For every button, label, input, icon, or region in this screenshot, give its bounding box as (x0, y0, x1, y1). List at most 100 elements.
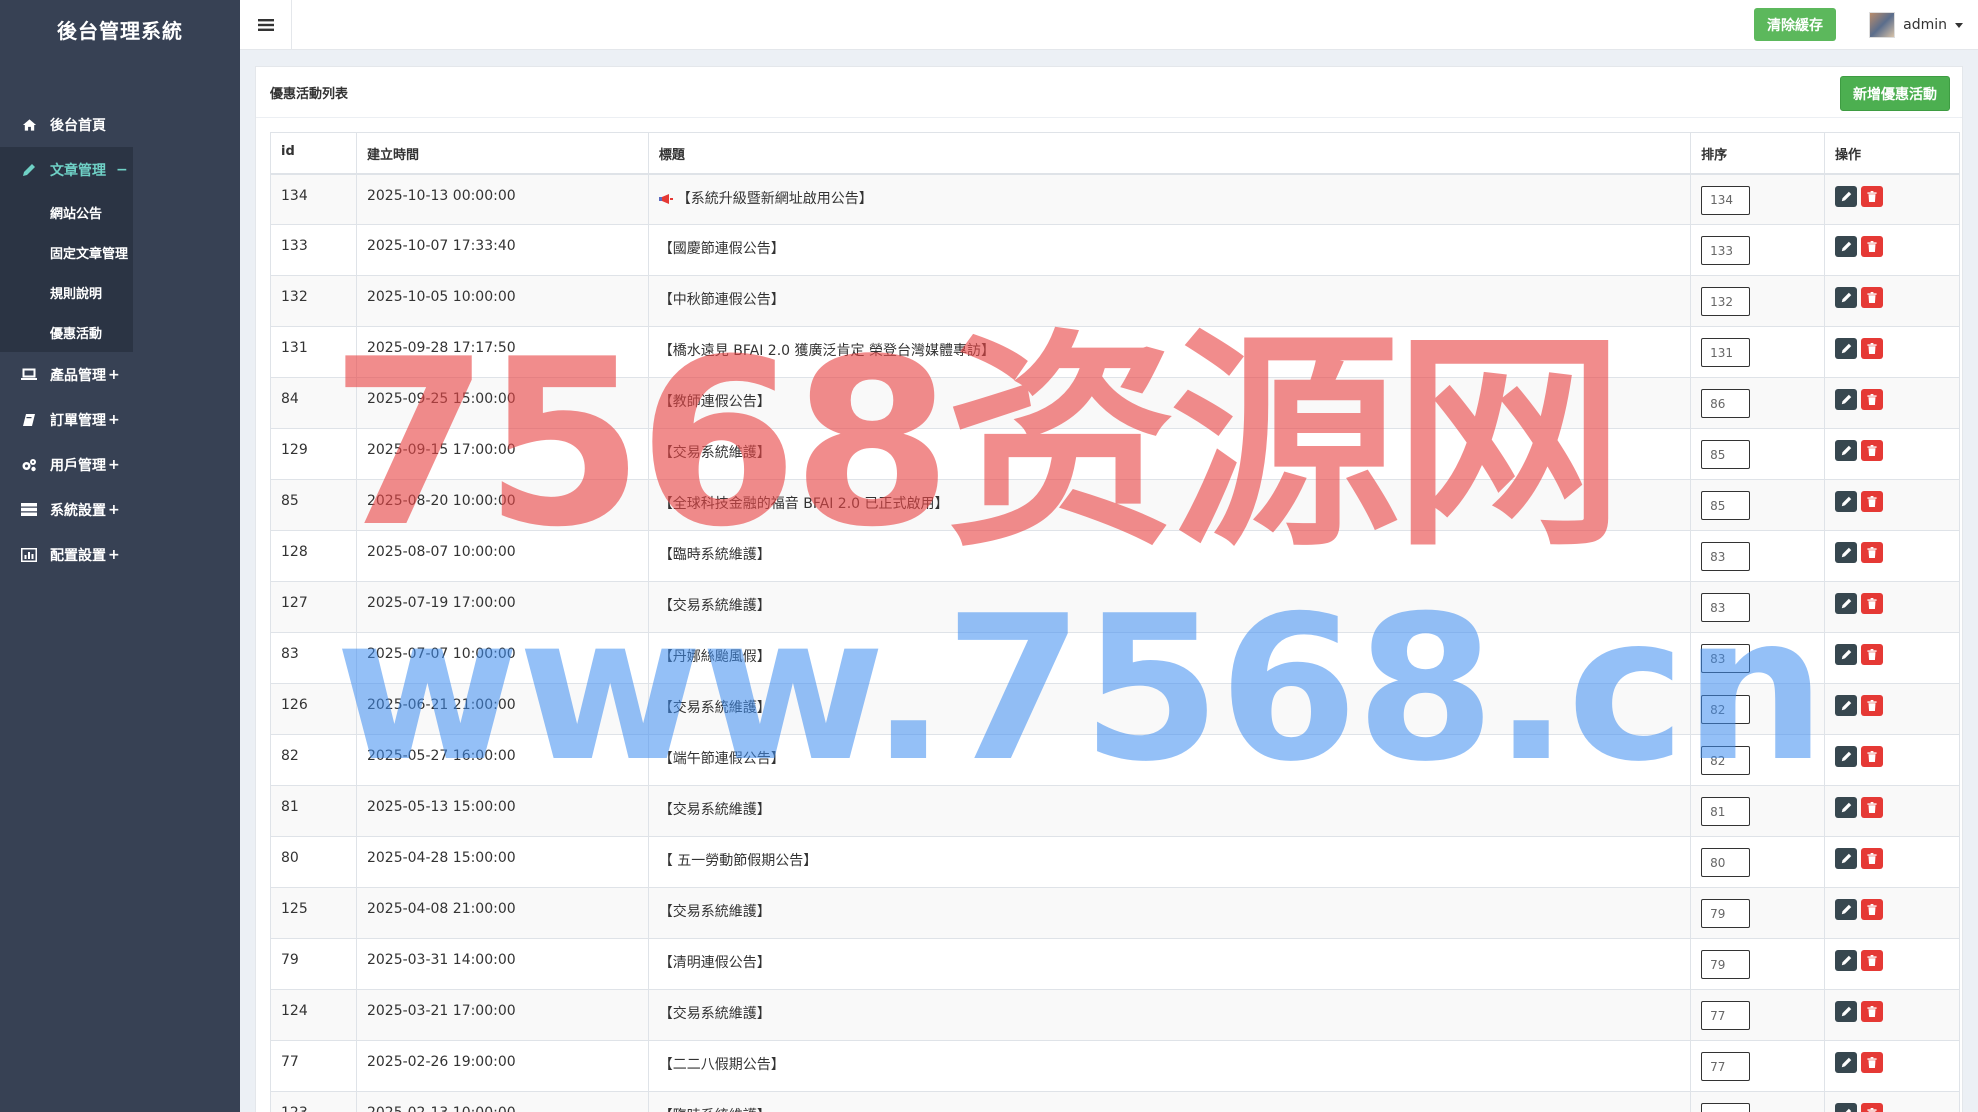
edit-button[interactable] (1835, 593, 1858, 614)
sort-order-input[interactable] (1701, 1103, 1751, 1112)
edit-button[interactable] (1835, 338, 1858, 359)
delete-button[interactable] (1861, 848, 1884, 869)
edit-button[interactable] (1835, 1052, 1858, 1073)
cell-id: 77 (270, 1040, 357, 1092)
table-row: 85 2025-08-20 10:00:00 【全球科技金融的福音 BFAI 2.0… (270, 479, 1960, 531)
sidebar-toggle-button[interactable] (240, 0, 292, 50)
sort-order-input[interactable] (1701, 389, 1751, 418)
cell-actions (1824, 581, 1960, 633)
edit-button[interactable] (1835, 899, 1858, 920)
edit-button[interactable] (1835, 1001, 1858, 1022)
sidebar-item-home[interactable]: 後台首頁 (0, 102, 240, 147)
sort-order-input[interactable] (1701, 797, 1751, 826)
edit-button[interactable] (1835, 950, 1858, 971)
edit-button[interactable] (1835, 644, 1858, 665)
sidebar-item-config-settings[interactable]: 配置設置 + (0, 532, 240, 577)
delete-button[interactable] (1861, 440, 1884, 461)
delete-button[interactable] (1861, 797, 1884, 818)
edit-button[interactable] (1835, 848, 1858, 869)
caret-down-icon (1955, 22, 1963, 28)
submenu-item-fixed-articles[interactable]: 固定文章管理 (0, 232, 133, 272)
sort-order-input[interactable] (1701, 899, 1751, 928)
sort-order-input[interactable] (1701, 440, 1751, 469)
edit-button[interactable] (1835, 287, 1858, 308)
edit-button[interactable] (1835, 491, 1858, 512)
cell-sort (1690, 1091, 1826, 1112)
expand-toggle: + (108, 501, 120, 518)
sort-order-input[interactable] (1701, 848, 1751, 877)
submenu-item-announcements[interactable]: 網站公告 (0, 192, 133, 232)
edit-button[interactable] (1835, 695, 1858, 716)
clear-cache-button[interactable]: 清除緩存 (1754, 8, 1836, 41)
delete-button[interactable] (1861, 746, 1884, 767)
edit-button[interactable] (1835, 542, 1858, 563)
sidebar-item-users[interactable]: 用戶管理 + (0, 442, 240, 487)
delete-button[interactable] (1861, 542, 1884, 563)
submenu-item-rules[interactable]: 規則說明 (0, 272, 133, 312)
sidebar-item-articles[interactable]: 文章管理 − (0, 147, 133, 192)
sort-order-input[interactable] (1701, 1001, 1751, 1030)
sort-order-input[interactable] (1701, 695, 1751, 724)
delete-button[interactable] (1861, 236, 1884, 257)
delete-button[interactable] (1861, 1103, 1884, 1112)
edit-button[interactable] (1835, 440, 1858, 461)
delete-button[interactable] (1861, 389, 1884, 410)
column-header-id[interactable]: id (270, 132, 357, 175)
cell-sort (1690, 683, 1826, 735)
edit-button[interactable] (1835, 797, 1858, 818)
pencil-icon (1841, 700, 1851, 711)
delete-button[interactable] (1861, 491, 1884, 512)
cell-sort (1690, 275, 1826, 327)
sort-order-input[interactable] (1701, 1052, 1751, 1081)
delete-button[interactable] (1861, 644, 1884, 665)
edit-button[interactable] (1835, 185, 1858, 207)
pencil-icon (1841, 191, 1851, 201)
user-menu[interactable]: admin (1869, 10, 1963, 40)
sort-order-input[interactable] (1701, 287, 1751, 316)
sort-order-input[interactable] (1701, 338, 1751, 367)
cell-sort (1690, 326, 1826, 378)
edit-button[interactable] (1835, 1103, 1858, 1112)
delete-button[interactable] (1861, 593, 1884, 614)
edit-button[interactable] (1835, 746, 1858, 767)
cell-sort (1690, 173, 1826, 225)
pencil-icon (1841, 445, 1851, 456)
sort-order-input[interactable] (1701, 644, 1751, 673)
delete-button[interactable] (1861, 338, 1884, 359)
delete-button[interactable] (1861, 899, 1884, 920)
trash-icon (1867, 649, 1877, 660)
add-promotion-button[interactable]: 新增優惠活動 (1840, 76, 1950, 111)
delete-button[interactable] (1861, 1001, 1884, 1022)
column-header-sort[interactable]: 排序 (1690, 132, 1826, 175)
delete-button[interactable] (1861, 695, 1884, 716)
title-text: 【教師連假公告】 (658, 394, 771, 410)
sidebar-item-products[interactable]: 產品管理 + (0, 352, 240, 397)
column-header-title[interactable]: 標題 (647, 132, 1692, 175)
sidebar-item-label: 配置設置 (50, 547, 106, 564)
cell-id: 83 (270, 632, 357, 684)
column-header-created[interactable]: 建立時間 (355, 132, 649, 175)
sort-order-input[interactable] (1701, 950, 1751, 979)
sidebar-item-orders[interactable]: 訂單管理 + (0, 397, 240, 442)
edit-button[interactable] (1835, 389, 1858, 410)
sort-order-input[interactable] (1701, 185, 1751, 215)
delete-button[interactable] (1861, 185, 1884, 207)
sort-order-input[interactable] (1701, 542, 1751, 571)
title-text: 【交易系統維護】 (658, 700, 771, 716)
sort-order-input[interactable] (1701, 491, 1751, 520)
delete-button[interactable] (1861, 950, 1884, 971)
sort-order-input[interactable] (1701, 746, 1751, 775)
sort-order-input[interactable] (1701, 236, 1751, 265)
cell-actions (1824, 989, 1960, 1041)
sidebar-item-system-settings[interactable]: 系統設置 + (0, 487, 240, 532)
cell-actions (1824, 377, 1960, 429)
table-row: 79 2025-03-31 14:00:00 【清明連假公告】 (270, 938, 1960, 990)
submenu-item-promotions[interactable]: 優惠活動 (0, 312, 133, 352)
trash-icon (1867, 1006, 1877, 1017)
delete-button[interactable] (1861, 287, 1884, 308)
edit-button[interactable] (1835, 236, 1858, 257)
cell-created: 2025-07-07 10:00:00 (355, 632, 649, 684)
sort-order-input[interactable] (1701, 593, 1751, 622)
cell-title: 【臨時系統維護】 (647, 1091, 1692, 1112)
delete-button[interactable] (1861, 1052, 1884, 1073)
